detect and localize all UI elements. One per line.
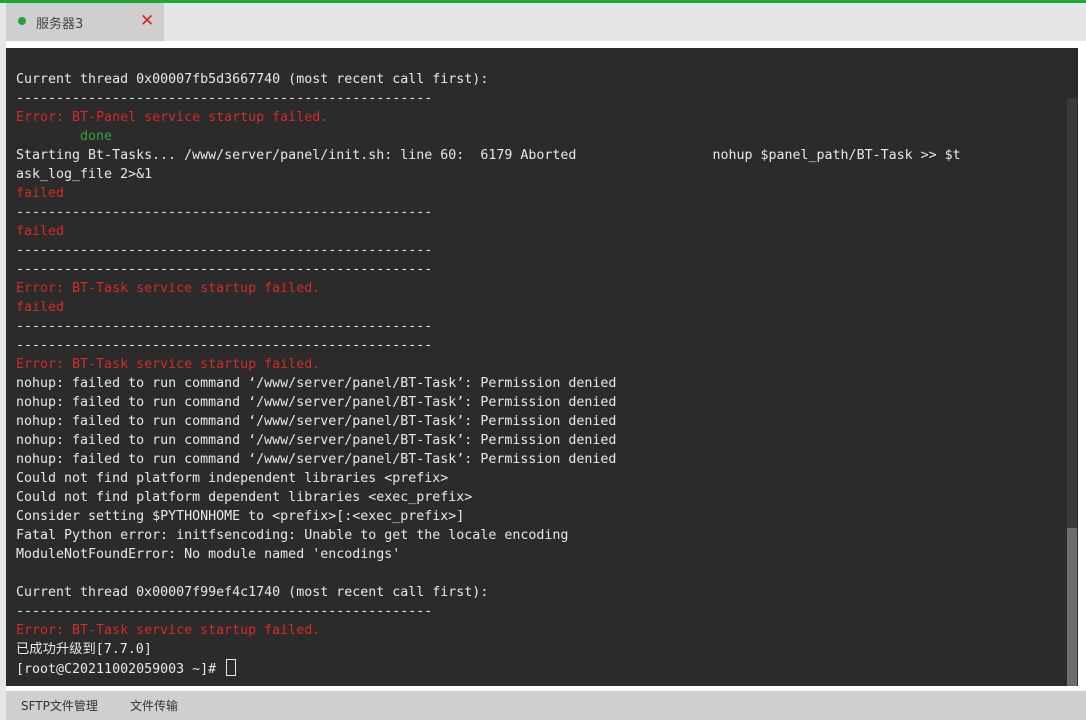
terminal-line: Error: BT-Task service startup failed. xyxy=(16,623,321,638)
text-cursor xyxy=(226,659,237,676)
terminal-line: failed xyxy=(16,300,65,315)
terminal-line: failed xyxy=(16,224,65,239)
terminal-line: nohup: failed to run command ‘/www/serve… xyxy=(16,452,617,467)
close-icon[interactable]: ✕ xyxy=(140,11,154,31)
terminal-prompt-line[interactable]: [root@C20211002059003 ~]# xyxy=(16,659,1056,678)
terminal-line: Error: BT-Task service startup failed. xyxy=(16,357,321,372)
terminal-line: Error: BT-Task service startup failed. xyxy=(16,281,321,296)
terminal-line: failed xyxy=(16,186,65,201)
terminal-line: Current thread 0x00007f99ef4c1740 (most … xyxy=(16,585,489,600)
terminal-line: ask_log_file 2>&1 xyxy=(16,167,153,182)
terminal-line: Could not find platform independent libr… xyxy=(16,471,449,486)
terminal-line: nohup: failed to run command ‘/www/serve… xyxy=(16,376,617,391)
terminal-line: Current thread 0x00007fb5d3667740 (most … xyxy=(16,72,489,87)
scrollbar-track[interactable] xyxy=(1067,98,1077,686)
terminal-line: Error: BT-Panel service startup failed. xyxy=(16,110,329,125)
terminal-line: ----------------------------------------… xyxy=(16,243,433,258)
terminal-line: ModuleNotFoundError: No module named 'en… xyxy=(16,547,401,562)
tab-server[interactable]: 服务器3 ✕ xyxy=(6,3,164,41)
terminal-line: ----------------------------------------… xyxy=(16,338,433,353)
shell-prompt: [root@C20211002059003 ~]# xyxy=(16,662,225,677)
tab-title: 服务器3 xyxy=(36,17,84,32)
terminal-line: Fatal Python error: initfsencoding: Unab… xyxy=(16,528,569,543)
terminal-line: 已成功升级到[7.7.0] xyxy=(16,642,152,657)
sftp-file-manager-button[interactable]: SFTP文件管理 xyxy=(21,697,98,714)
terminal-line: done xyxy=(16,129,113,144)
bottom-toolbar: SFTP文件管理 文件传输 xyxy=(6,691,1086,720)
connection-status-icon xyxy=(18,17,26,25)
terminal-line: ----------------------------------------… xyxy=(16,262,433,277)
terminal-line: Consider setting $PYTHONHOME to <prefix>… xyxy=(16,509,465,524)
terminal-line: Could not find platform dependent librar… xyxy=(16,490,473,505)
terminal-line: nohup: failed to run command ‘/www/serve… xyxy=(16,433,617,448)
file-transfer-button[interactable]: 文件传输 xyxy=(130,697,178,714)
terminal-line: nohup: failed to run command ‘/www/serve… xyxy=(16,414,617,429)
terminal-line: ----------------------------------------… xyxy=(16,604,433,619)
terminal-output: Current thread 0x00007fb5d3667740 (most … xyxy=(16,70,1056,678)
terminal-line: ----------------------------------------… xyxy=(16,91,433,106)
terminal-window[interactable]: Current thread 0x00007fb5d3667740 (most … xyxy=(6,48,1078,686)
scrollbar-thumb[interactable] xyxy=(1067,528,1077,686)
terminal-line: ----------------------------------------… xyxy=(16,205,433,220)
tab-bar: 服务器3 ✕ xyxy=(6,3,1086,41)
terminal-line: ----------------------------------------… xyxy=(16,319,433,334)
terminal-line: nohup: failed to run command ‘/www/serve… xyxy=(16,395,617,410)
terminal-line: Starting Bt-Tasks... /www/server/panel/i… xyxy=(16,148,961,163)
